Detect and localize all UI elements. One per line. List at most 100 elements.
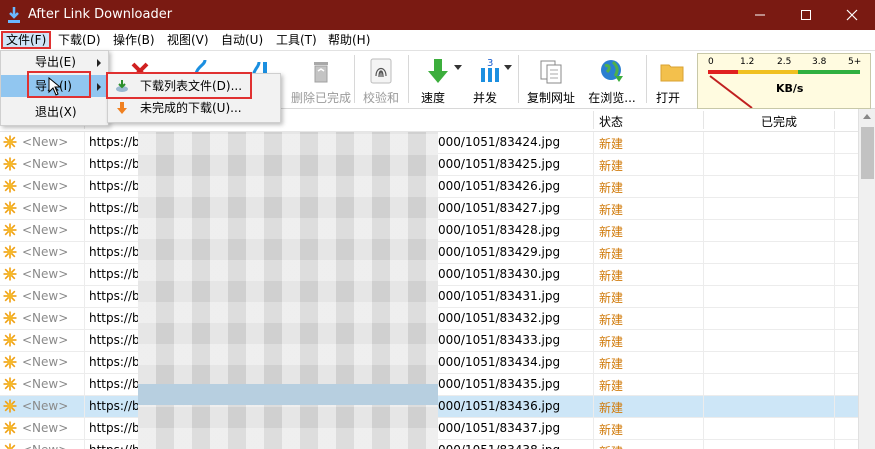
toolbar-separator: [408, 55, 409, 103]
cell-divider: [703, 264, 704, 285]
verify-checksum-button[interactable]: 校验和: [358, 51, 404, 108]
column-header-status[interactable]: 状态: [599, 113, 623, 130]
toolbar-separator: [518, 55, 519, 103]
open-folder-label: 打开: [656, 91, 681, 105]
cell-divider: [84, 198, 85, 219]
item-url-prefix: https://b: [89, 245, 140, 259]
vertical-scrollbar[interactable]: [858, 109, 875, 449]
speed-dropdown-icon[interactable]: [454, 65, 462, 70]
new-item-star-icon: [3, 311, 17, 325]
cell-divider: [834, 132, 835, 153]
orange-down-arrow-icon: [117, 102, 127, 114]
file-menu-export[interactable]: 导出(E): [1, 51, 108, 73]
column-divider[interactable]: [834, 111, 835, 129]
copy-url-button[interactable]: 复制网址: [522, 51, 580, 108]
minimize-button[interactable]: [737, 0, 783, 30]
scroll-up-icon[interactable]: [863, 114, 871, 119]
item-url-suffix: 000/1051/83425.jpg: [438, 157, 561, 171]
item-status: 新建: [599, 225, 624, 239]
item-url-prefix: https://b: [89, 267, 140, 281]
cell-divider: [834, 198, 835, 219]
column-divider[interactable]: [593, 111, 594, 129]
column-header-completed[interactable]: 已完成: [761, 113, 797, 130]
cell-divider: [84, 242, 85, 263]
cell-divider: [84, 308, 85, 329]
speed-label: 速度: [420, 91, 445, 105]
item-url-suffix: 000/1051/83437.jpg: [438, 421, 561, 435]
import-incomplete-item[interactable]: 未完成的下载(U)...: [108, 97, 280, 119]
verify-checksum-label: 校验和: [362, 91, 399, 105]
cell-divider: [834, 308, 835, 329]
maximize-button[interactable]: [783, 0, 829, 30]
cell-divider: [84, 352, 85, 373]
item-status: 新建: [599, 269, 624, 283]
speed-button[interactable]: 速度: [414, 51, 462, 108]
file-menu-exit[interactable]: 退出(X): [1, 101, 108, 123]
minimize-icon: [755, 14, 765, 16]
open-in-browser-button[interactable]: 在浏览...: [584, 51, 640, 108]
new-item-star-icon: [3, 289, 17, 303]
menu-operation[interactable]: 操作(B): [109, 32, 159, 48]
menu-file[interactable]: 文件(F): [0, 31, 52, 49]
cell-divider: [593, 198, 594, 219]
file-menu-exit-label: 退出(X): [35, 105, 77, 119]
item-status: 新建: [599, 423, 624, 437]
cell-divider: [593, 440, 594, 449]
menu-help[interactable]: 帮助(H): [324, 32, 374, 48]
cell-divider: [703, 352, 704, 373]
item-url-prefix: https://b: [89, 399, 140, 413]
download-arrow-icon: [8, 7, 20, 23]
cell-divider: [84, 440, 85, 449]
item-url-prefix: https://b: [89, 377, 140, 391]
cell-divider: [593, 352, 594, 373]
cell-divider: [703, 330, 704, 351]
highlight-frame: [106, 72, 252, 99]
menu-view[interactable]: 视图(V): [163, 32, 213, 48]
cell-divider: [703, 418, 704, 439]
cell-divider: [593, 264, 594, 285]
cell-divider: [593, 308, 594, 329]
new-item-star-icon: [4, 443, 16, 449]
concurrency-dropdown-icon[interactable]: [504, 65, 512, 70]
new-item-star-icon: [3, 223, 17, 237]
concurrency-bars-icon: 3: [481, 58, 499, 82]
concurrency-button[interactable]: 3 并发: [466, 51, 514, 108]
item-url-suffix: 000/1051/83438.jpg: [438, 443, 560, 449]
new-item-star-icon: [3, 355, 17, 369]
copy-url-label: 复制网址: [526, 91, 575, 105]
item-url-suffix: 000/1051/83424.jpg: [438, 135, 561, 149]
item-url-suffix: 000/1051/83434.jpg: [438, 355, 561, 369]
cell-divider: [593, 132, 594, 153]
cell-divider: [834, 242, 835, 263]
item-name: <New>: [22, 179, 69, 193]
menu-tools[interactable]: 工具(T): [272, 32, 321, 48]
item-name: <New>: [22, 311, 69, 325]
item-url-suffix: 000/1051/83428.jpg: [438, 223, 561, 237]
cell-divider: [834, 264, 835, 285]
scrollbar-thumb[interactable]: [861, 127, 874, 179]
menu-download[interactable]: 下载(D): [54, 32, 105, 48]
meter-tick: 2.5: [777, 57, 792, 67]
item-url-suffix: 000/1051/83430.jpg: [438, 267, 561, 281]
toolbar-separator: [354, 55, 355, 103]
menu-auto[interactable]: 自动(U): [217, 32, 267, 48]
item-status: 新建: [599, 379, 624, 393]
item-name: <New>: [22, 201, 69, 215]
cell-divider: [834, 440, 835, 449]
meter-tick: 1.2: [740, 57, 755, 67]
cell-divider: [834, 220, 835, 241]
toolbar-separator: [646, 55, 647, 103]
cell-divider: [703, 242, 704, 263]
cell-divider: [834, 418, 835, 439]
column-divider[interactable]: [703, 111, 704, 129]
item-name: <New>: [22, 421, 69, 435]
item-url-suffix: 000/1051/83426.jpg: [438, 179, 561, 193]
cell-divider: [703, 132, 704, 153]
cell-divider: [703, 374, 704, 395]
close-button[interactable]: [829, 0, 875, 30]
open-folder-button[interactable]: 打开: [650, 51, 694, 108]
delete-completed-button[interactable]: 删除已完成: [290, 51, 352, 108]
cell-divider: [593, 242, 594, 263]
item-status: 新建: [599, 401, 624, 415]
cell-divider: [703, 198, 704, 219]
